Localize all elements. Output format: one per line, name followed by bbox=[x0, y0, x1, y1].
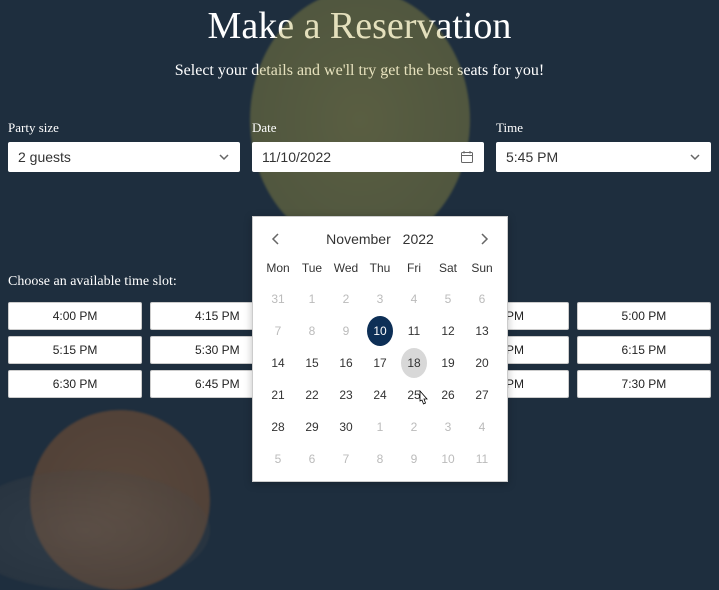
calendar-day[interactable]: 14 bbox=[265, 348, 291, 378]
calendar-day[interactable]: 19 bbox=[435, 348, 461, 378]
calendar-header: November 2022 bbox=[253, 217, 507, 255]
calendar-day[interactable]: 2 bbox=[401, 412, 427, 442]
calendar-day[interactable]: 10 bbox=[367, 316, 393, 346]
calendar-day[interactable]: 4 bbox=[469, 412, 495, 442]
calendar-weekday: Sun bbox=[465, 255, 499, 283]
calendar-day[interactable]: 27 bbox=[469, 380, 495, 410]
chevron-down-icon bbox=[218, 151, 230, 163]
calendar-icon bbox=[460, 150, 474, 164]
reservation-form: Party size 2 guests Date 11/10/2022 Time… bbox=[0, 120, 719, 172]
time-field: Time 5:45 PM bbox=[496, 120, 711, 172]
calendar-prev-month[interactable] bbox=[271, 232, 281, 246]
calendar-popover: November 2022 MonTueWedThuFriSatSun 3112… bbox=[252, 216, 508, 482]
time-slot[interactable]: 6:30 PM bbox=[8, 370, 142, 398]
calendar-day[interactable]: 9 bbox=[401, 444, 427, 474]
time-slot[interactable]: 7:30 PM bbox=[577, 370, 711, 398]
calendar-day[interactable]: 31 bbox=[265, 284, 291, 314]
date-input[interactable]: 11/10/2022 bbox=[252, 142, 484, 172]
calendar-day[interactable]: 21 bbox=[265, 380, 291, 410]
time-label: Time bbox=[496, 120, 711, 136]
party-size-label: Party size bbox=[8, 120, 240, 136]
calendar-day[interactable]: 16 bbox=[333, 348, 359, 378]
calendar-day[interactable]: 6 bbox=[299, 444, 325, 474]
calendar-day[interactable]: 3 bbox=[367, 284, 393, 314]
calendar-weekday: Sat bbox=[431, 255, 465, 283]
calendar-day[interactable]: 5 bbox=[435, 284, 461, 314]
calendar-day[interactable]: 4 bbox=[401, 284, 427, 314]
party-size-select[interactable]: 2 guests bbox=[8, 142, 240, 172]
calendar-day[interactable]: 29 bbox=[299, 412, 325, 442]
calendar-month: November bbox=[326, 231, 391, 247]
time-slot[interactable]: 5:15 PM bbox=[8, 336, 142, 364]
calendar-day[interactable]: 17 bbox=[367, 348, 393, 378]
calendar-day[interactable]: 15 bbox=[299, 348, 325, 378]
calendar-day[interactable]: 3 bbox=[435, 412, 461, 442]
time-slot[interactable]: 6:15 PM bbox=[577, 336, 711, 364]
calendar-day[interactable]: 22 bbox=[299, 380, 325, 410]
chevron-down-icon bbox=[689, 151, 701, 163]
time-slot[interactable]: 4:00 PM bbox=[8, 302, 142, 330]
party-size-value: 2 guests bbox=[18, 149, 71, 165]
date-label: Date bbox=[252, 120, 484, 136]
calendar-day[interactable]: 11 bbox=[401, 316, 427, 346]
calendar-day[interactable]: 6 bbox=[469, 284, 495, 314]
calendar-title: November 2022 bbox=[322, 231, 438, 247]
date-value: 11/10/2022 bbox=[262, 149, 331, 165]
calendar-day[interactable]: 5 bbox=[265, 444, 291, 474]
time-value: 5:45 PM bbox=[506, 149, 558, 165]
calendar-day[interactable]: 2 bbox=[333, 284, 359, 314]
calendar-day[interactable]: 9 bbox=[333, 316, 359, 346]
calendar-day[interactable]: 1 bbox=[299, 284, 325, 314]
calendar-day[interactable]: 24 bbox=[367, 380, 393, 410]
calendar-day[interactable]: 30 bbox=[333, 412, 359, 442]
calendar-day[interactable]: 12 bbox=[435, 316, 461, 346]
calendar-weekday: Mon bbox=[261, 255, 295, 283]
calendar-day[interactable]: 10 bbox=[435, 444, 461, 474]
calendar-weekday: Fri bbox=[397, 255, 431, 283]
calendar-weekday: Thu bbox=[363, 255, 397, 283]
calendar-day[interactable]: 8 bbox=[299, 316, 325, 346]
calendar-weekday: Tue bbox=[295, 255, 329, 283]
calendar-day[interactable]: 8 bbox=[367, 444, 393, 474]
time-select[interactable]: 5:45 PM bbox=[496, 142, 711, 172]
date-field: Date 11/10/2022 bbox=[252, 120, 484, 172]
calendar-next-month[interactable] bbox=[479, 232, 489, 246]
calendar-day[interactable]: 28 bbox=[265, 412, 291, 442]
calendar-day[interactable]: 20 bbox=[469, 348, 495, 378]
time-slot[interactable]: 5:00 PM bbox=[577, 302, 711, 330]
calendar-day[interactable]: 7 bbox=[265, 316, 291, 346]
party-size-field: Party size 2 guests bbox=[8, 120, 240, 172]
calendar-day[interactable]: 13 bbox=[469, 316, 495, 346]
calendar-day[interactable]: 26 bbox=[435, 380, 461, 410]
calendar-day[interactable]: 23 bbox=[333, 380, 359, 410]
calendar-day[interactable]: 25 bbox=[401, 380, 427, 410]
calendar-day[interactable]: 1 bbox=[367, 412, 393, 442]
calendar-day[interactable]: 7 bbox=[333, 444, 359, 474]
calendar-year: 2022 bbox=[403, 231, 434, 247]
calendar-weekday: Wed bbox=[329, 255, 363, 283]
calendar-days-grid: 3112345678910111213141516171819202122232… bbox=[253, 283, 507, 475]
calendar-day[interactable]: 18 bbox=[401, 348, 427, 378]
calendar-weekday-row: MonTueWedThuFriSatSun bbox=[253, 255, 507, 283]
calendar-day[interactable]: 11 bbox=[469, 444, 495, 474]
